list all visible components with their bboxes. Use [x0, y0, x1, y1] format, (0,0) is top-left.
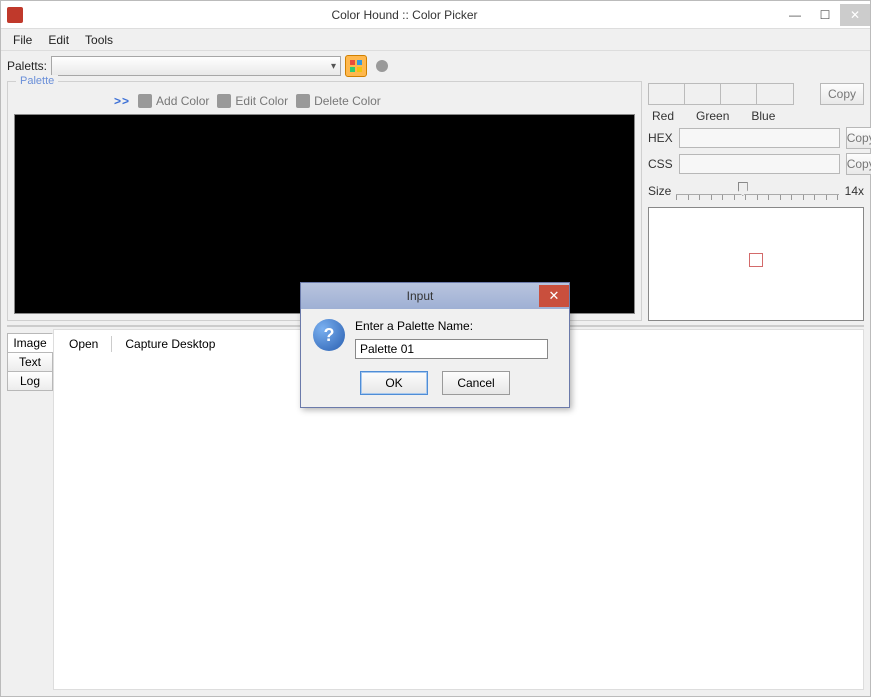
- slider-thumb-icon[interactable]: [738, 182, 748, 196]
- paint-icon: [138, 94, 152, 108]
- input-dialog: Input ✕ ? Enter a Palette Name: OK Cance…: [300, 282, 570, 408]
- palette-expand-icon[interactable]: >>: [114, 94, 130, 108]
- palette-select[interactable]: ▾: [51, 56, 341, 76]
- swatch-red[interactable]: [649, 84, 685, 104]
- question-icon: ?: [313, 319, 345, 351]
- copy-css-button[interactable]: Copy: [846, 153, 871, 175]
- tab-text[interactable]: Text: [7, 352, 53, 372]
- dialog-prompt: Enter a Palette Name:: [355, 319, 557, 333]
- app-icon: [7, 7, 23, 23]
- hex-label: HEX: [648, 131, 673, 145]
- palette-group-title: Palette: [16, 75, 58, 87]
- dialog-close-button[interactable]: ✕: [539, 285, 569, 307]
- ok-button[interactable]: OK: [360, 371, 428, 395]
- delete-color-label: Delete Color: [314, 94, 381, 108]
- copy-rgb-button[interactable]: Copy: [820, 83, 864, 105]
- close-button[interactable]: ✕: [840, 4, 870, 26]
- menu-edit[interactable]: Edit: [40, 31, 77, 49]
- eyedropper-button[interactable]: [371, 55, 393, 77]
- tab-image[interactable]: Image: [7, 333, 53, 353]
- css-input[interactable]: [679, 154, 840, 174]
- window-title: Color Hound :: Color Picker: [29, 8, 780, 22]
- dialog-title: Input: [301, 289, 539, 303]
- green-label: Green: [696, 109, 729, 123]
- color-swatches: [648, 83, 794, 105]
- new-palette-button[interactable]: [345, 55, 367, 77]
- magnifier-preview: [648, 207, 864, 321]
- size-label: Size: [648, 184, 676, 198]
- cancel-button[interactable]: Cancel: [442, 371, 510, 395]
- tab-log[interactable]: Log: [7, 371, 53, 391]
- delete-color-button[interactable]: Delete Color: [296, 94, 381, 108]
- edit-color-label: Edit Color: [235, 94, 288, 108]
- capture-desktop-button[interactable]: Capture Desktop: [116, 334, 224, 354]
- add-color-label: Add Color: [156, 94, 209, 108]
- open-button[interactable]: Open: [60, 334, 107, 354]
- zoom-slider[interactable]: [676, 179, 839, 203]
- hex-input[interactable]: [679, 128, 840, 148]
- swatch-blue[interactable]: [721, 84, 757, 104]
- menu-tools[interactable]: Tools: [77, 31, 121, 49]
- paint-icon: [296, 94, 310, 108]
- menu-file[interactable]: File: [5, 31, 40, 49]
- edit-color-button[interactable]: Edit Color: [217, 94, 288, 108]
- copy-hex-button[interactable]: Copy: [846, 127, 871, 149]
- crosshair-icon: [749, 253, 763, 267]
- palette-name-input[interactable]: [355, 339, 548, 359]
- blue-label: Blue: [751, 109, 775, 123]
- paint-icon: [217, 94, 231, 108]
- swatch-green[interactable]: [685, 84, 721, 104]
- css-label: CSS: [648, 157, 673, 171]
- maximize-button[interactable]: ☐: [810, 4, 840, 26]
- chevron-down-icon: ▾: [331, 61, 336, 72]
- minimize-button[interactable]: —: [780, 4, 810, 26]
- add-color-button[interactable]: Add Color: [138, 94, 209, 108]
- red-label: Red: [652, 109, 674, 123]
- zoom-value: 14x: [845, 184, 864, 198]
- paletts-label: Paletts:: [7, 59, 47, 73]
- swatch-mix[interactable]: [757, 84, 793, 104]
